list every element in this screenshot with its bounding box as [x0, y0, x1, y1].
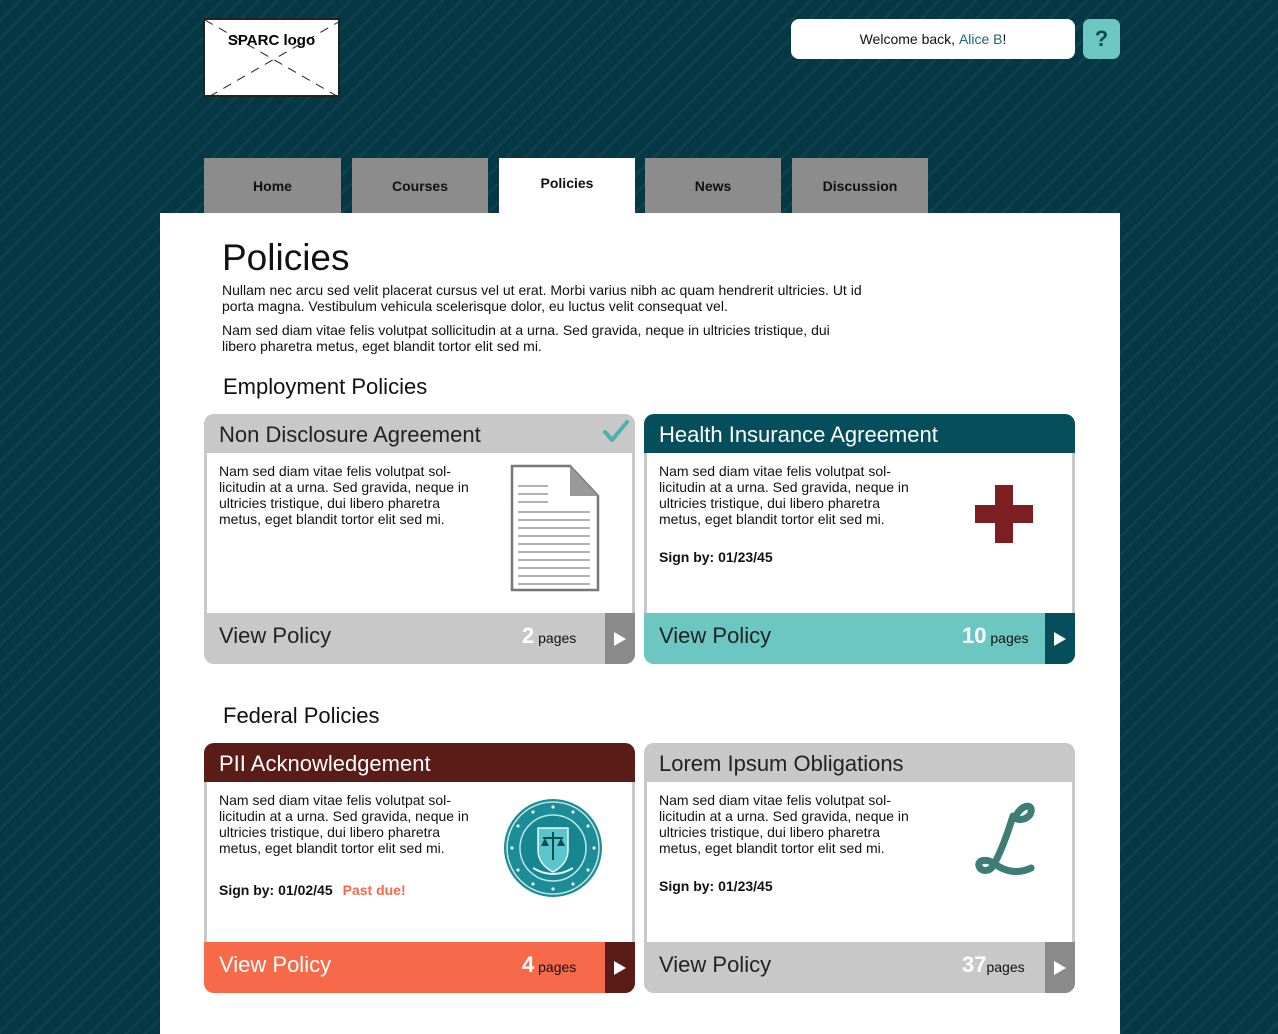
open-policy-button[interactable] [1045, 942, 1075, 993]
section-title-employment: Employment Policies [223, 374, 428, 399]
card-title: Health Insurance Agreement [659, 422, 938, 447]
card-footer[interactable]: View Policy 2 pages [204, 613, 635, 664]
card-body: Nam sed diam vitae felis volutpat sol-li… [207, 453, 632, 613]
logo-placeholder[interactable]: SPARC logo [203, 18, 340, 97]
policy-card-lorem-ipsum[interactable]: Lorem Ipsum Obligations Nam sed diam vit… [644, 743, 1075, 993]
section-title-federal: Federal Policies [223, 703, 380, 728]
card-description: Nam sed diam vitae felis volutpat sol-li… [219, 792, 469, 856]
tab-label: News [694, 177, 732, 194]
card-footer[interactable]: View Policy 4 pages [204, 942, 635, 993]
policy-card-health-insurance[interactable]: Health Insurance Agreement Nam sed diam … [644, 414, 1075, 664]
medical-cross-icon [975, 485, 1033, 543]
card-title: Non Disclosure Agreement [219, 422, 481, 447]
card-header: Non Disclosure Agreement [204, 414, 635, 453]
tab-label: Policies [540, 175, 594, 191]
tab-news[interactable]: News [645, 158, 781, 213]
checkmark-icon [603, 420, 629, 442]
intro-paragraph-1: Nullam nec arcu sed velit placerat cursu… [222, 282, 862, 314]
tab-label: Discussion [822, 177, 898, 194]
page-count: 4 pages [522, 952, 576, 980]
page-count-number: 37 [962, 952, 987, 977]
script-l-icon [975, 802, 1035, 875]
tab-courses[interactable]: Courses [352, 158, 488, 213]
document-icon [510, 464, 600, 592]
welcome-banner: Welcome back, Alice B! [791, 19, 1075, 59]
play-arrow-icon [614, 960, 626, 975]
card-header: PII Acknowledgement [204, 743, 635, 782]
pages-label: pages [990, 630, 1029, 646]
page-count-number: 4 [522, 952, 535, 977]
card-header: Health Insurance Agreement [644, 414, 1075, 453]
policy-card-pii[interactable]: PII Acknowledgement Nam sed diam vitae f… [204, 743, 635, 993]
card-title: Lorem Ipsum Obligations [659, 751, 904, 776]
user-name-link[interactable]: Alice B [959, 31, 1003, 47]
tab-label: Courses [391, 177, 449, 194]
card-description: Nam sed diam vitae felis volutpat sol-li… [219, 463, 469, 527]
page-count-number: 2 [522, 623, 535, 648]
sign-by-date: Sign by: 01/02/45 [219, 882, 333, 898]
view-policy-link[interactable]: View Policy [219, 623, 331, 649]
intro-paragraph-2: Nam sed diam vitae felis volutpat sollic… [222, 322, 830, 354]
logo-text: SPARC logo [227, 32, 316, 49]
play-arrow-icon [1054, 631, 1066, 646]
help-icon: ? [1094, 26, 1109, 51]
welcome-suffix: ! [1002, 31, 1007, 47]
card-footer[interactable]: View Policy 37pages [644, 942, 1075, 993]
card-body: Nam sed diam vitae felis volutpat sol-li… [647, 782, 1072, 942]
card-footer[interactable]: View Policy 10 pages [644, 613, 1075, 664]
page-count: 2 pages [522, 623, 576, 651]
page-count: 10 pages [962, 623, 1029, 651]
tab-discussion[interactable]: Discussion [792, 158, 928, 213]
ftc-seal-icon [504, 799, 602, 897]
card-title: PII Acknowledgement [219, 751, 431, 776]
card-body: Nam sed diam vitae felis volutpat sol-li… [207, 782, 632, 942]
open-policy-button[interactable] [1045, 613, 1075, 664]
tab-home[interactable]: Home [204, 158, 341, 213]
card-description: Nam sed diam vitae felis volutpat sol-li… [659, 792, 909, 856]
pages-label: pages [538, 959, 577, 975]
welcome-prefix: Welcome back, [859, 31, 959, 47]
view-policy-link[interactable]: View Policy [659, 952, 771, 978]
page-count: 37pages [962, 952, 1025, 980]
help-button[interactable]: ? [1083, 19, 1120, 59]
page-title: Policies [222, 237, 350, 278]
pages-label: pages [986, 959, 1025, 975]
pages-label: pages [538, 630, 577, 646]
page-count-number: 10 [962, 623, 987, 648]
past-due-badge: Past due! [342, 882, 406, 898]
open-policy-button[interactable] [605, 613, 635, 664]
card-body: Nam sed diam vitae felis volutpat sol-li… [647, 453, 1072, 613]
sign-by-date: Sign by: 01/23/45 [659, 549, 773, 565]
view-policy-link[interactable]: View Policy [219, 952, 331, 978]
open-policy-button[interactable] [605, 942, 635, 993]
policy-card-non-disclosure[interactable]: Non Disclosure Agreement Nam sed diam vi… [204, 414, 635, 664]
tab-policies[interactable]: Policies [499, 158, 635, 213]
sign-by-line: Sign by: 01/02/45 Past due! [219, 882, 406, 898]
view-policy-link[interactable]: View Policy [659, 623, 771, 649]
play-arrow-icon [614, 631, 626, 646]
sign-by-date: Sign by: 01/23/45 [659, 878, 773, 894]
card-header: Lorem Ipsum Obligations [644, 743, 1075, 782]
tab-label: Home [253, 177, 292, 194]
card-description: Nam sed diam vitae felis volutpat sol-li… [659, 463, 909, 527]
play-arrow-icon [1054, 960, 1066, 975]
